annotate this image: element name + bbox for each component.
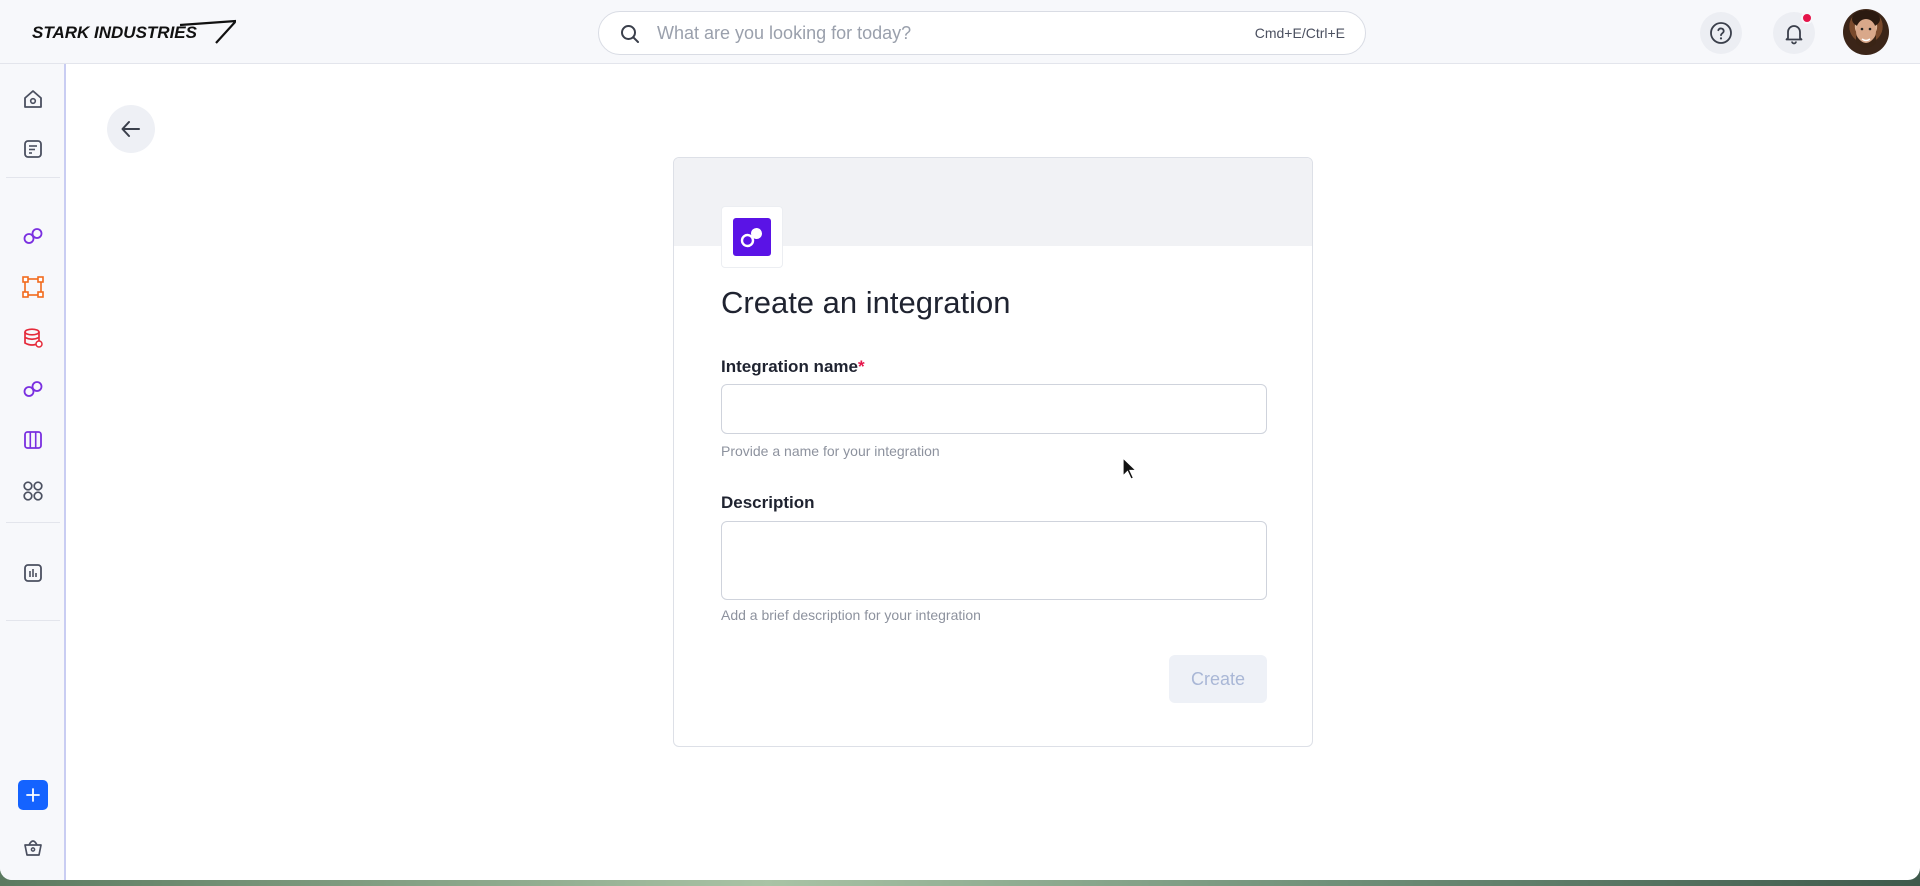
sidebar-item-apps[interactable] [19,477,47,505]
svg-text:STARK INDUSTRIES: STARK INDUSTRIES [32,23,198,42]
search-icon [621,25,639,43]
chart-icon [24,564,42,582]
sidebar-item-data[interactable] [19,324,47,352]
help-button[interactable] [1700,12,1742,54]
avatar-image [1852,10,1880,48]
add-button[interactable] [18,780,48,810]
link-icon [23,381,43,397]
stark-industries-logo[interactable]: STARK INDUSTRIES [30,19,236,45]
integration-link-icon [740,228,762,248]
search-shortcut-hint: Cmd+E/Ctrl+E [1254,25,1345,41]
sidebar-divider [6,522,60,523]
bell-icon [1785,25,1803,45]
integration-logo [721,206,783,268]
required-mark: * [857,357,865,376]
sidebar-item-connections[interactable] [19,375,47,403]
description-helper: Add a brief description for your integra… [721,607,981,623]
sidebar-item-analytics[interactable] [19,559,47,587]
sidebar-item-marketplace[interactable] [19,833,47,861]
integration-name-label: Integration name* [721,357,865,376]
sidebar-item-home[interactable] [19,85,47,113]
mouse-cursor-icon [1122,457,1138,480]
integration-name-helper: Provide a name for your integration [721,443,940,459]
notification-badge [1801,12,1813,24]
sidebar-divider [6,620,60,621]
create-integration-card: Create an integration Integration name* … [673,157,1313,747]
grid-icon [23,481,43,501]
description-label: Description [721,493,815,512]
sidebar [0,64,66,880]
sidebar-divider [6,177,60,178]
basket-icon [24,840,42,856]
integration-name-input[interactable] [721,384,1267,434]
notes-icon [24,140,42,158]
back-button[interactable] [107,105,155,153]
notifications-button[interactable] [1773,12,1815,54]
help-circle-icon [1710,22,1732,44]
database-icon [24,328,43,348]
app-window: STARK INDUSTRIES Cmd+E/Ctrl+E [0,0,1920,880]
search-input[interactable] [657,12,1217,54]
columns-icon [24,431,42,449]
sidebar-item-notes[interactable] [19,135,47,163]
page-title: Create an integration [721,285,1011,320]
link-icon [23,228,43,244]
top-bar: STARK INDUSTRIES Cmd+E/Ctrl+E [0,0,1920,64]
global-search[interactable]: Cmd+E/Ctrl+E [598,11,1366,55]
plus-icon [26,788,40,802]
sidebar-item-boards[interactable] [19,426,47,454]
sidebar-item-flows[interactable] [19,273,47,301]
sidebar-item-integrations[interactable] [19,222,47,250]
nodes-icon [22,276,44,298]
description-input[interactable] [721,521,1267,600]
home-icon [24,90,42,108]
arrow-left-icon [121,121,140,137]
user-avatar[interactable] [1843,9,1889,55]
create-button[interactable]: Create [1169,655,1267,703]
